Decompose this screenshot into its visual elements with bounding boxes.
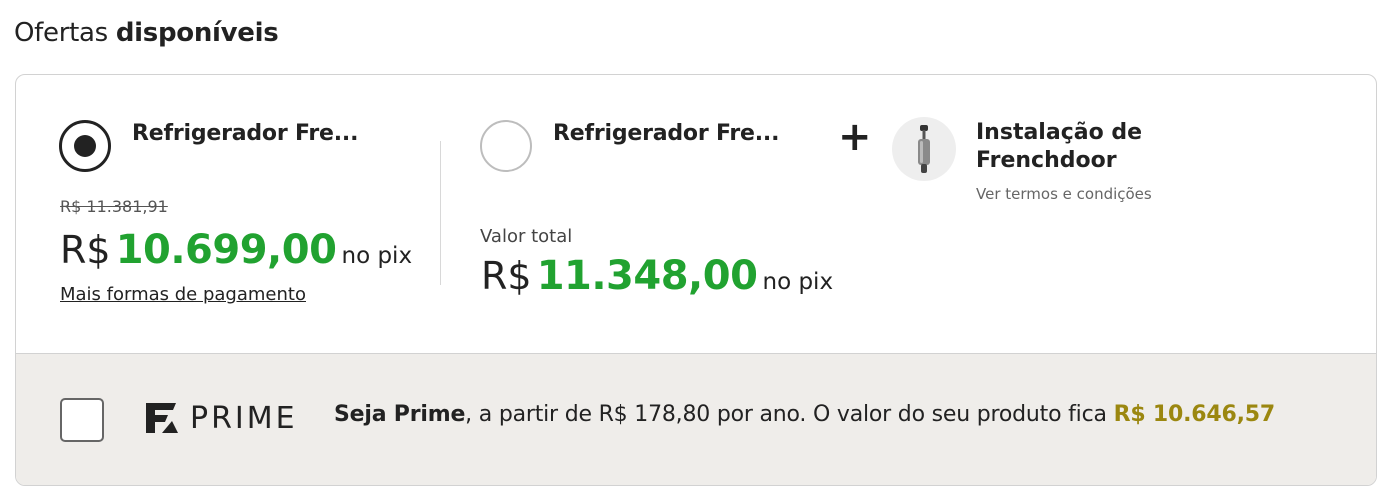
heading-regular: Ofertas [14, 18, 108, 48]
prime-banner: PRIME Seja Prime, a partir de R$ 178,80 … [16, 353, 1376, 485]
currency-symbol: R$ [60, 228, 111, 272]
offer-combo-radio[interactable] [480, 120, 532, 172]
price-value: 11.348,00 [536, 253, 758, 299]
prime-description: Seja Prime, a partir de R$ 178,80 por an… [334, 402, 1275, 427]
plus-icon: + [838, 114, 872, 160]
prime-body: , a partir de R$ 178,80 por ano. O valor… [465, 402, 1114, 427]
price-suffix: no pix [762, 269, 834, 295]
more-payment-link[interactable]: Mais formas de pagamento [60, 284, 306, 305]
offer-single-old-price: R$ 11.381,91 [60, 197, 168, 216]
prime-price: R$ 10.646,57 [1113, 402, 1276, 427]
prime-logo: PRIME [142, 396, 298, 440]
offer-combo-product-name: Refrigerador Fre... [553, 121, 780, 146]
heading-bold: disponíveis [115, 18, 279, 48]
prime-f-logo-icon [146, 403, 178, 433]
price-value: 10.699,00 [115, 227, 337, 273]
offers-card: Refrigerador Fre... R$ 11.381,91 R$ 10.6… [15, 74, 1377, 486]
prime-checkbox[interactable] [60, 398, 104, 442]
offer-single-price: R$ 10.699,00 no pix [60, 227, 412, 273]
offers-heading: Ofertas disponíveis [14, 18, 279, 48]
offers-divider [440, 141, 441, 285]
currency-symbol: R$ [481, 254, 532, 298]
installation-tool-icon [892, 117, 956, 181]
prime-logo-word: PRIME [190, 400, 298, 436]
offer-combo-price: R$ 11.348,00 no pix [481, 253, 833, 299]
price-suffix: no pix [341, 243, 413, 269]
total-label: Valor total [480, 226, 573, 247]
installation-service-name: Instalação de Frenchdoor [976, 120, 1143, 173]
prime-lead: Seja Prime [334, 402, 466, 427]
terms-link[interactable]: Ver termos e condições [976, 185, 1152, 203]
offer-single-radio[interactable] [59, 120, 111, 172]
offers-area: Refrigerador Fre... R$ 11.381,91 R$ 10.6… [16, 75, 1376, 353]
offer-single-product-name: Refrigerador Fre... [132, 121, 359, 146]
